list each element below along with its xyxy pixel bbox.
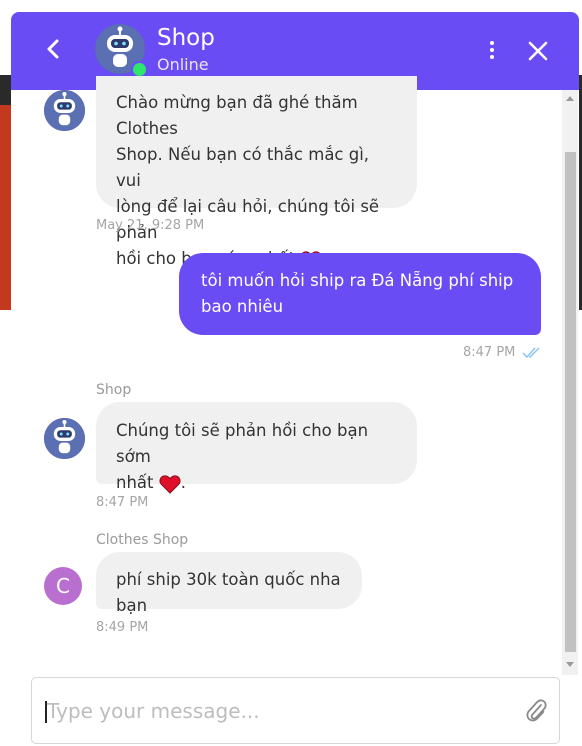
more-vertical-icon[interactable]: [481, 39, 503, 61]
message-bubble-incoming: Chào mừng bạn đã ghé thăm Clothes Shop. …: [96, 76, 417, 270]
message-input-placeholder: Type your message...: [47, 699, 260, 723]
message-text-line: Chào mừng bạn đã ghé thăm Clothes: [116, 93, 358, 138]
agent-avatar: C: [44, 567, 82, 605]
message-text-line: tôi muốn hỏi ship ra Đá Nẵng phí ship: [201, 271, 514, 290]
message-input[interactable]: Type your message...: [31, 677, 560, 744]
scrollbar-thumb[interactable]: [565, 152, 576, 652]
message-text-line: nhất .: [116, 473, 186, 494]
sender-name: Shop: [96, 382, 132, 398]
chat-title: Shop: [157, 25, 215, 51]
message-timestamp: May 21, 9:28 PM: [96, 218, 205, 233]
message-bubble-incoming: Chúng tôi sẽ phản hồi cho bạn sớm nhất .: [96, 402, 417, 494]
message-timestamp: 8:47 PM: [463, 345, 516, 360]
chat-status: Online: [157, 55, 209, 74]
close-icon[interactable]: [525, 38, 551, 64]
scroll-up-arrow-icon[interactable]: [566, 96, 574, 101]
message-timestamp: 8:49 PM: [96, 620, 149, 635]
bot-avatar-icon: [44, 90, 85, 131]
scrollbar[interactable]: [562, 90, 578, 675]
read-receipt-icon: [522, 347, 540, 359]
message-text-line: Chúng tôi sẽ phản hồi cho bạn sớm: [116, 421, 369, 466]
message-bubble-incoming: phí ship 30k toàn quốc nha bạn: [96, 552, 362, 615]
sender-name: Clothes Shop: [96, 532, 189, 548]
back-arrow-icon[interactable]: [41, 34, 67, 64]
bot-avatar-icon: [44, 418, 85, 459]
paperclip-icon[interactable]: [524, 697, 548, 725]
scroll-down-arrow-icon[interactable]: [566, 662, 574, 667]
message-text-line: Shop. Nếu bạn có thắc mắc gì, vui: [116, 145, 370, 190]
message-text-line: phí ship 30k toàn quốc nha bạn: [116, 570, 341, 615]
message-timestamp: 8:47 PM: [96, 495, 149, 510]
message-bubble-outgoing: tôi muốn hỏi ship ra Đá Nẵng phí ship ba…: [179, 253, 541, 335]
message-text-line: bao nhiêu: [201, 297, 284, 316]
heart-emoji-icon: [159, 474, 181, 494]
